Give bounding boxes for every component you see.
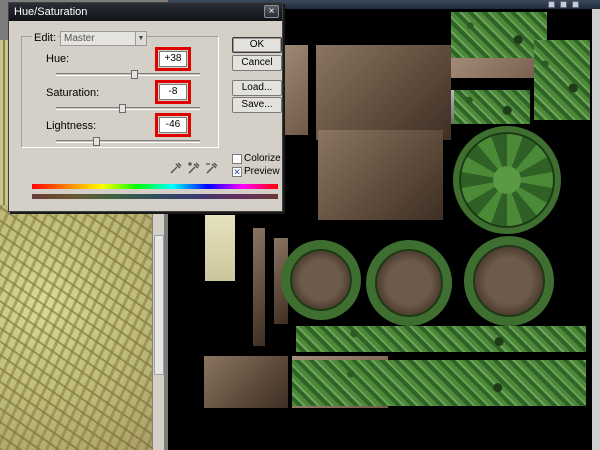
hue-slider-track[interactable] bbox=[56, 70, 200, 79]
close-button[interactable]: × bbox=[264, 5, 279, 18]
eyedropper-plus-icon[interactable] bbox=[187, 161, 201, 175]
dialog-title: Hue/Saturation bbox=[14, 6, 88, 18]
atlas-green-strip bbox=[292, 360, 586, 406]
maximize-icon[interactable] bbox=[560, 1, 567, 8]
edit-channel-select[interactable]: Master ▼ bbox=[60, 31, 147, 46]
scrollbar-thumb[interactable] bbox=[154, 235, 164, 375]
close-doc-icon[interactable] bbox=[572, 1, 579, 8]
atlas-green-disc bbox=[453, 126, 561, 234]
atlas-ring-left bbox=[281, 240, 361, 320]
atlas-ring-right bbox=[464, 236, 554, 326]
saturation-label: Saturation: bbox=[46, 87, 100, 99]
chevron-down-icon[interactable]: ▼ bbox=[135, 32, 146, 45]
eyedropper-minus-icon[interactable] bbox=[205, 161, 219, 175]
saturation-slider-knob[interactable] bbox=[119, 104, 126, 113]
atlas-green-strip bbox=[296, 326, 586, 352]
hue-slider-knob[interactable] bbox=[131, 70, 138, 79]
eyedropper-icon[interactable] bbox=[169, 161, 183, 175]
load-button[interactable]: Load... bbox=[232, 80, 282, 96]
atlas-brown-panel bbox=[318, 130, 443, 220]
atlas-green-block bbox=[534, 40, 590, 120]
right-vertical-scrollbar[interactable] bbox=[592, 9, 600, 450]
hue-label: Hue: bbox=[46, 53, 70, 65]
cancel-button[interactable]: Cancel bbox=[232, 55, 282, 71]
atlas-strip bbox=[253, 228, 265, 346]
saturation-input[interactable]: -8 bbox=[159, 84, 187, 100]
dialog-titlebar[interactable]: Hue/Saturation × bbox=[9, 3, 282, 21]
edit-label: Edit: bbox=[32, 32, 59, 44]
atlas-green-block bbox=[454, 90, 530, 124]
lightness-slider-knob[interactable] bbox=[93, 137, 100, 146]
atlas-cream-panel bbox=[205, 215, 235, 281]
atlas-brown-panel bbox=[204, 356, 288, 408]
input-spectrum-bar bbox=[32, 184, 278, 189]
lightness-label: Lightness: bbox=[46, 120, 97, 132]
minimize-icon[interactable] bbox=[548, 1, 555, 8]
hue-input[interactable]: +38 bbox=[159, 51, 187, 67]
atlas-brown-panel bbox=[316, 45, 451, 140]
saturation-slider-track[interactable] bbox=[56, 104, 200, 113]
hue-saturation-dialog: Hue/Saturation × Edit: Master ▼ Hue: +38… bbox=[8, 2, 283, 212]
edit-channel-value: Master bbox=[64, 33, 95, 44]
preview-checkbox[interactable]: ✕ bbox=[232, 167, 242, 177]
atlas-ring-middle bbox=[366, 240, 452, 326]
ok-button[interactable]: OK bbox=[232, 37, 282, 53]
atlas-green-block bbox=[451, 12, 547, 58]
preview-label: Preview bbox=[244, 166, 280, 177]
output-spectrum-bar bbox=[32, 194, 278, 199]
left-vertical-scrollbar[interactable] bbox=[152, 205, 164, 450]
colorize-label: Colorize bbox=[244, 153, 281, 164]
save-button[interactable]: Save... bbox=[232, 97, 282, 113]
lightness-slider-track[interactable] bbox=[56, 137, 200, 146]
colorize-checkbox[interactable] bbox=[232, 154, 242, 164]
lightness-input[interactable]: -46 bbox=[159, 117, 187, 133]
yellow-texture-canvas bbox=[0, 205, 152, 450]
